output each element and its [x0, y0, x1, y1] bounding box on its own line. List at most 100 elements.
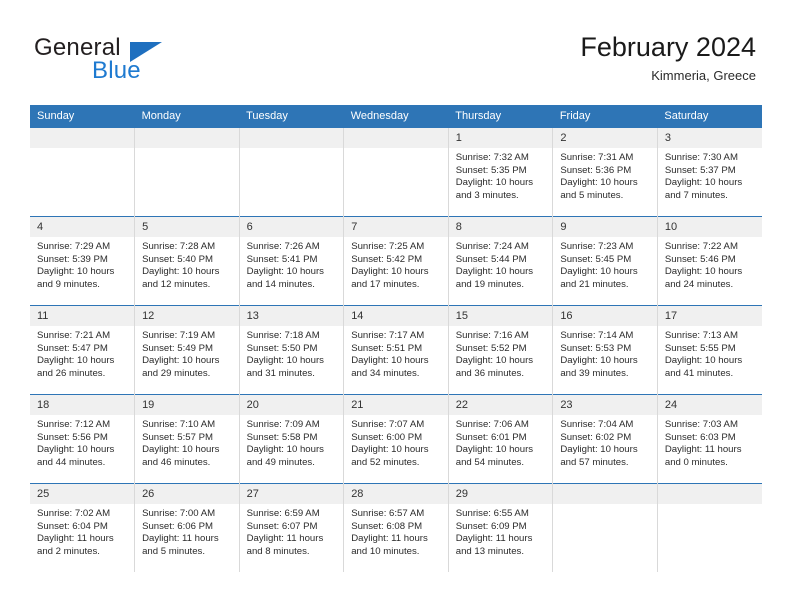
calendar-day-cell[interactable]: 3 Sunrise: 7:30 AM Sunset: 5:37 PM Daylight… — [656, 127, 762, 217]
day-cell-inner — [135, 128, 239, 216]
calendar-day-cell[interactable]: 26 Sunrise: 7:00 AM Sunset: 6:06 PM Dayligh… — [134, 483, 240, 572]
day-daylight-2-text: and 36 minutes. — [455, 367, 525, 379]
day-number: 19 — [135, 395, 239, 415]
calendar-header-row: Sunday Monday Tuesday Wednesday Thursday Frid… — [30, 105, 762, 128]
day-number: 16 — [553, 306, 657, 326]
day-cell-inner: 3 Sunrise: 7:30 AM Sunset: 5:37 PM Daylight… — [657, 128, 762, 216]
calendar-day-cell[interactable]: 28 Sunrise: 6:57 AM Sunset: 6:08 PM Dayligh… — [343, 483, 449, 572]
calendar-day-cell[interactable]: 27 Sunrise: 6:59 AM Sunset: 6:07 PM Dayligh… — [238, 483, 344, 572]
calendar-day-cell[interactable]: 12 Sunrise: 7:19 AM Sunset: 5:49 PM Dayligh… — [134, 305, 240, 395]
calendar-day-cell[interactable]: 24 Sunrise: 7:03 AM Sunset: 6:03 PM Dayligh… — [656, 394, 762, 484]
day-cell-inner: 17 Sunrise: 7:13 AM Sunset: 5:55 PM Dayligh… — [657, 306, 762, 394]
calendar-day-cell[interactable]: 8 Sunrise: 7:24 AM Sunset: 5:44 PM Daylight… — [447, 216, 553, 306]
calendar-body: 1 Sunrise: 7:32 AM Sunset: 5:35 PM Daylight… — [30, 127, 762, 572]
day-daylight-1-text: Daylight: 10 hours — [142, 355, 220, 367]
day-cell-inner: 11 Sunrise: 7:21 AM Sunset: 5:47 PM Dayligh… — [30, 306, 135, 394]
day-sunrise-text: Sunrise: 7:25 AM — [351, 241, 425, 252]
day-cell-inner: 25 Sunrise: 7:02 AM Sunset: 6:04 PM Dayligh… — [30, 484, 135, 572]
day-sunrise-text: Sunrise: 6:59 AM — [246, 508, 320, 519]
day-daylight-2-text: and 9 minutes. — [37, 278, 100, 290]
calendar-day-cell[interactable]: 19 Sunrise: 7:10 AM Sunset: 5:57 PM Dayligh… — [134, 394, 240, 484]
day-sunrise-text: Sunrise: 7:24 AM — [455, 241, 529, 252]
day-sunset-text: Sunset: 6:01 PM — [455, 431, 527, 443]
day-number: 15 — [448, 306, 553, 326]
calendar-day-cell[interactable]: 2 Sunrise: 7:31 AM Sunset: 5:36 PM Daylight… — [552, 127, 658, 217]
day-cell-inner: 28 Sunrise: 6:57 AM Sunset: 6:08 PM Dayligh… — [344, 484, 448, 572]
day-sunset-text: Sunset: 5:36 PM — [560, 164, 632, 176]
day-number: 26 — [135, 484, 239, 504]
day-daylight-2-text: and 5 minutes. — [142, 545, 205, 557]
day-cell-inner: 16 Sunrise: 7:14 AM Sunset: 5:53 PM Dayligh… — [553, 306, 657, 394]
calendar-day-cell[interactable]: 13 Sunrise: 7:18 AM Sunset: 5:50 PM Dayligh… — [238, 305, 344, 395]
calendar-day-cell[interactable]: 6 Sunrise: 7:26 AM Sunset: 5:41 PM Daylight… — [238, 216, 344, 306]
day-daylight-1-text: Daylight: 10 hours — [142, 266, 220, 278]
calendar-day-cell[interactable]: 15 Sunrise: 7:16 AM Sunset: 5:52 PM Dayligh… — [447, 305, 553, 395]
calendar-day-cell[interactable]: 23 Sunrise: 7:04 AM Sunset: 6:02 PM Dayligh… — [552, 394, 658, 484]
day-daylight-2-text: and 13 minutes. — [455, 545, 525, 557]
calendar-day-cell[interactable]: 17 Sunrise: 7:13 AM Sunset: 5:55 PM Dayligh… — [656, 305, 762, 395]
day-daylight-2-text: and 17 minutes. — [351, 278, 420, 290]
day-daylight-1-text: Daylight: 11 hours — [455, 533, 533, 545]
day-daylight-1-text: Daylight: 10 hours — [560, 177, 638, 189]
day-details: Sunrise: 7:13 AM Sunset: 5:55 PM Daylight:… — [658, 326, 762, 380]
day-daylight-2-text: and 21 minutes. — [560, 278, 629, 290]
day-sunset-text: Sunset: 6:00 PM — [351, 431, 423, 443]
calendar-day-cell[interactable]: 29 Sunrise: 6:55 AM Sunset: 6:09 PM Dayligh… — [447, 483, 553, 572]
day-sunrise-text: Sunrise: 7:04 AM — [560, 419, 634, 430]
calendar-day-cell[interactable]: 11 Sunrise: 7:21 AM Sunset: 5:47 PM Dayligh… — [30, 305, 135, 395]
day-sunrise-text: Sunrise: 7:31 AM — [560, 152, 634, 163]
day-sunrise-text: Sunrise: 7:30 AM — [664, 152, 738, 163]
day-sunset-text: Sunset: 5:53 PM — [560, 342, 632, 354]
day-number: 6 — [239, 217, 344, 237]
calendar-day-cell[interactable]: 10 Sunrise: 7:22 AM Sunset: 5:46 PM Dayligh… — [656, 216, 762, 306]
calendar-day-cell[interactable]: 9 Sunrise: 7:23 AM Sunset: 5:45 PM Daylight… — [552, 216, 658, 306]
day-cell-inner: 13 Sunrise: 7:18 AM Sunset: 5:50 PM Dayligh… — [239, 306, 344, 394]
calendar-day-cell[interactable]: 4 Sunrise: 7:29 AM Sunset: 5:39 PM Daylight… — [30, 216, 135, 306]
day-daylight-1-text: Daylight: 10 hours — [246, 355, 324, 367]
calendar-day-cell[interactable]: 20 Sunrise: 7:09 AM Sunset: 5:58 PM Dayligh… — [238, 394, 344, 484]
day-sunset-text: Sunset: 5:56 PM — [37, 431, 108, 443]
day-details: Sunrise: 7:32 AM Sunset: 5:35 PM Daylight:… — [449, 148, 553, 202]
calendar-day-cell[interactable]: 14 Sunrise: 7:17 AM Sunset: 5:51 PM Dayligh… — [343, 305, 449, 395]
day-cell-inner: 22 Sunrise: 7:06 AM Sunset: 6:01 PM Dayligh… — [448, 395, 553, 483]
day-details: Sunrise: 6:59 AM Sunset: 6:07 PM Daylight:… — [240, 504, 344, 558]
page-title: February 2024 — [580, 32, 756, 62]
day-cell-inner: 27 Sunrise: 6:59 AM Sunset: 6:07 PM Dayligh… — [239, 484, 344, 572]
day-number: 22 — [448, 395, 553, 415]
day-sunset-text: Sunset: 5:35 PM — [455, 164, 527, 176]
calendar-week-row: 18 Sunrise: 7:12 AM Sunset: 5:56 PM Dayligh… — [30, 394, 762, 484]
day-daylight-1-text: Daylight: 11 hours — [351, 533, 428, 545]
day-number: 13 — [239, 306, 344, 326]
general-blue-logo[interactable]: General Blue — [34, 34, 234, 90]
calendar-grid: Sunday Monday Tuesday Wednesday Thursday Frid… — [30, 105, 762, 572]
day-number: 12 — [135, 306, 239, 326]
calendar-day-cell[interactable]: 21 Sunrise: 7:07 AM Sunset: 6:00 PM Dayligh… — [343, 394, 449, 484]
day-sunset-text: Sunset: 6:09 PM — [455, 520, 527, 532]
calendar-day-cell[interactable]: 22 Sunrise: 7:06 AM Sunset: 6:01 PM Dayligh… — [447, 394, 553, 484]
calendar-day-cell[interactable]: 5 Sunrise: 7:28 AM Sunset: 5:40 PM Daylight… — [134, 216, 240, 306]
day-sunset-text: Sunset: 5:45 PM — [560, 253, 632, 265]
day-details: Sunrise: 7:21 AM Sunset: 5:47 PM Daylight:… — [30, 326, 134, 380]
day-cell-inner: 21 Sunrise: 7:07 AM Sunset: 6:00 PM Dayligh… — [344, 395, 448, 483]
day-daylight-2-text: and 0 minutes. — [664, 456, 728, 468]
calendar-day-cell[interactable]: 25 Sunrise: 7:02 AM Sunset: 6:04 PM Dayligh… — [30, 483, 135, 572]
day-number: 7 — [344, 217, 448, 237]
day-cell-inner — [657, 484, 762, 572]
calendar-day-cell[interactable]: 16 Sunrise: 7:14 AM Sunset: 5:53 PM Dayligh… — [552, 305, 658, 395]
day-daylight-1-text: Daylight: 10 hours — [664, 266, 743, 278]
calendar-day-cell[interactable]: 18 Sunrise: 7:12 AM Sunset: 5:56 PM Dayligh… — [30, 394, 135, 484]
day-cell-inner: 15 Sunrise: 7:16 AM Sunset: 5:52 PM Dayligh… — [448, 306, 553, 394]
day-number: 9 — [553, 217, 657, 237]
day-sunrise-text: Sunrise: 7:13 AM — [664, 330, 738, 341]
day-sunset-text: Sunset: 5:47 PM — [37, 342, 108, 354]
day-daylight-2-text: and 2 minutes. — [37, 545, 100, 557]
day-number: 1 — [448, 128, 553, 148]
day-number: 20 — [239, 395, 344, 415]
calendar-day-cell[interactable]: 1 Sunrise: 7:32 AM Sunset: 5:35 PM Daylight… — [447, 127, 553, 217]
day-number: 10 — [657, 217, 762, 237]
day-details: Sunrise: 7:04 AM Sunset: 6:02 PM Daylight:… — [553, 415, 657, 469]
day-daylight-2-text: and 34 minutes. — [351, 367, 420, 379]
day-number — [553, 484, 657, 504]
day-daylight-2-text: and 41 minutes. — [664, 367, 734, 379]
calendar-day-cell[interactable]: 7 Sunrise: 7:25 AM Sunset: 5:42 PM Daylight… — [343, 216, 449, 306]
